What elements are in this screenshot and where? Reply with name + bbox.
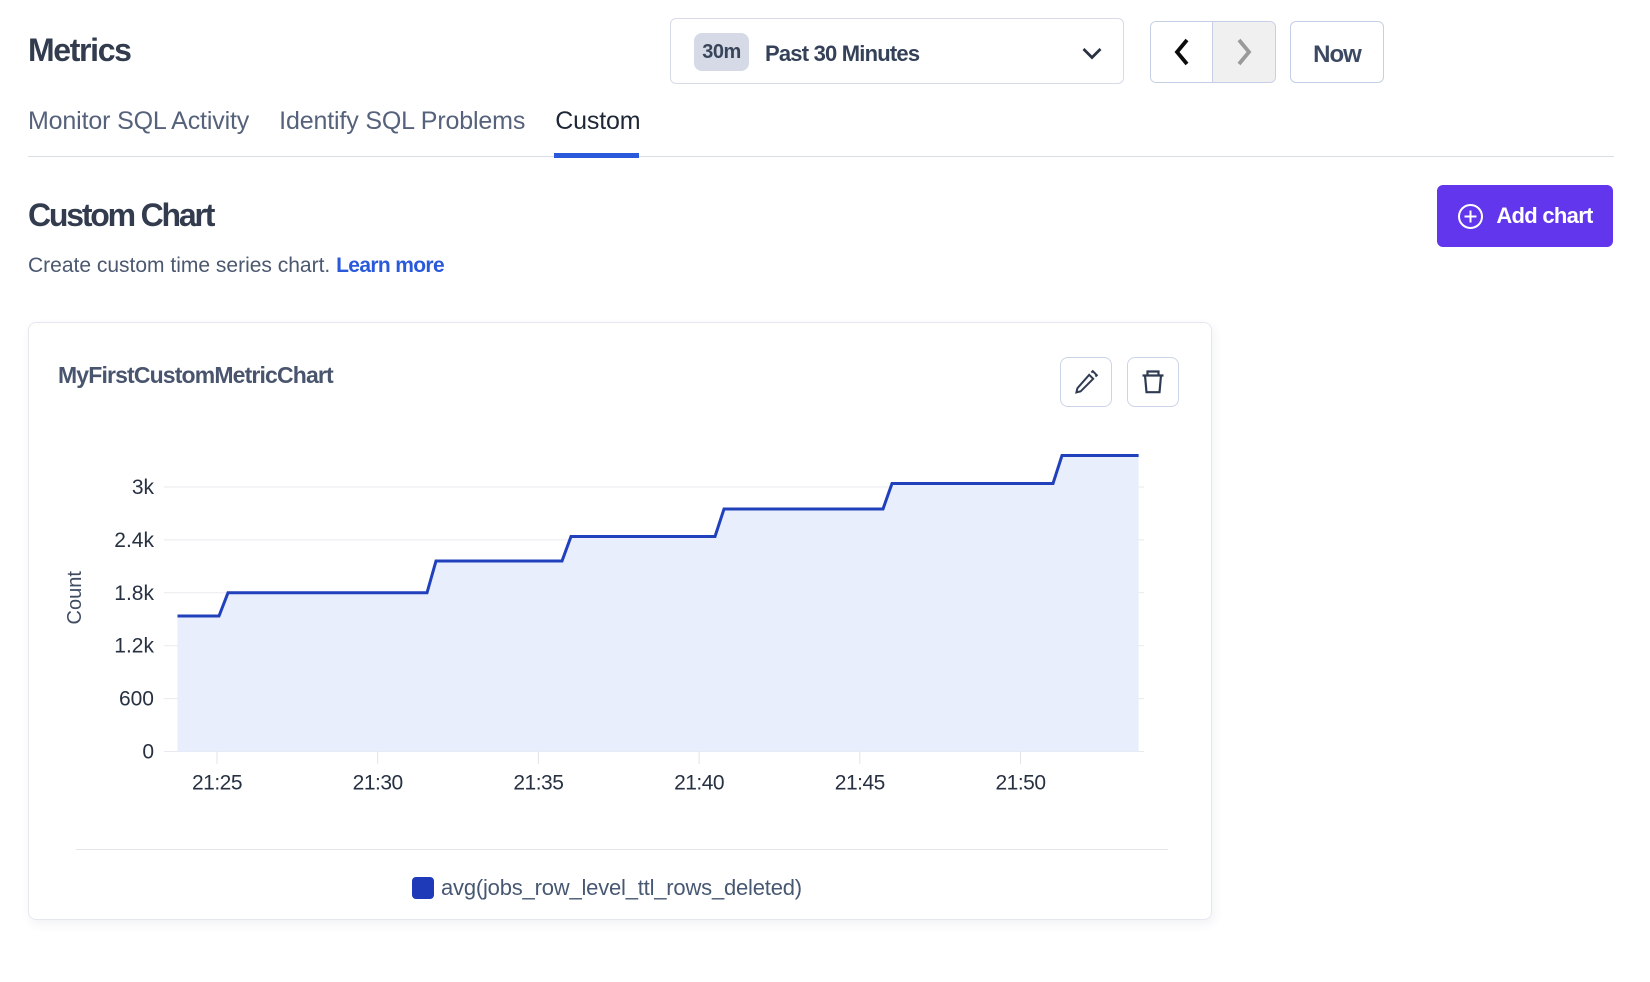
svg-text:Count: Count <box>64 571 86 625</box>
svg-text:21:25: 21:25 <box>192 772 242 795</box>
svg-text:2.4k: 2.4k <box>114 529 154 552</box>
svg-text:21:40: 21:40 <box>674 772 724 795</box>
svg-text:1.2k: 1.2k <box>114 635 154 658</box>
svg-text:1.8k: 1.8k <box>114 582 154 605</box>
svg-text:3k: 3k <box>132 476 155 499</box>
svg-text:21:35: 21:35 <box>513 772 563 795</box>
svg-text:0: 0 <box>142 741 154 764</box>
svg-text:21:50: 21:50 <box>995 772 1045 795</box>
svg-text:21:30: 21:30 <box>353 772 403 795</box>
svg-text:600: 600 <box>119 688 154 711</box>
svg-text:21:45: 21:45 <box>835 772 885 795</box>
